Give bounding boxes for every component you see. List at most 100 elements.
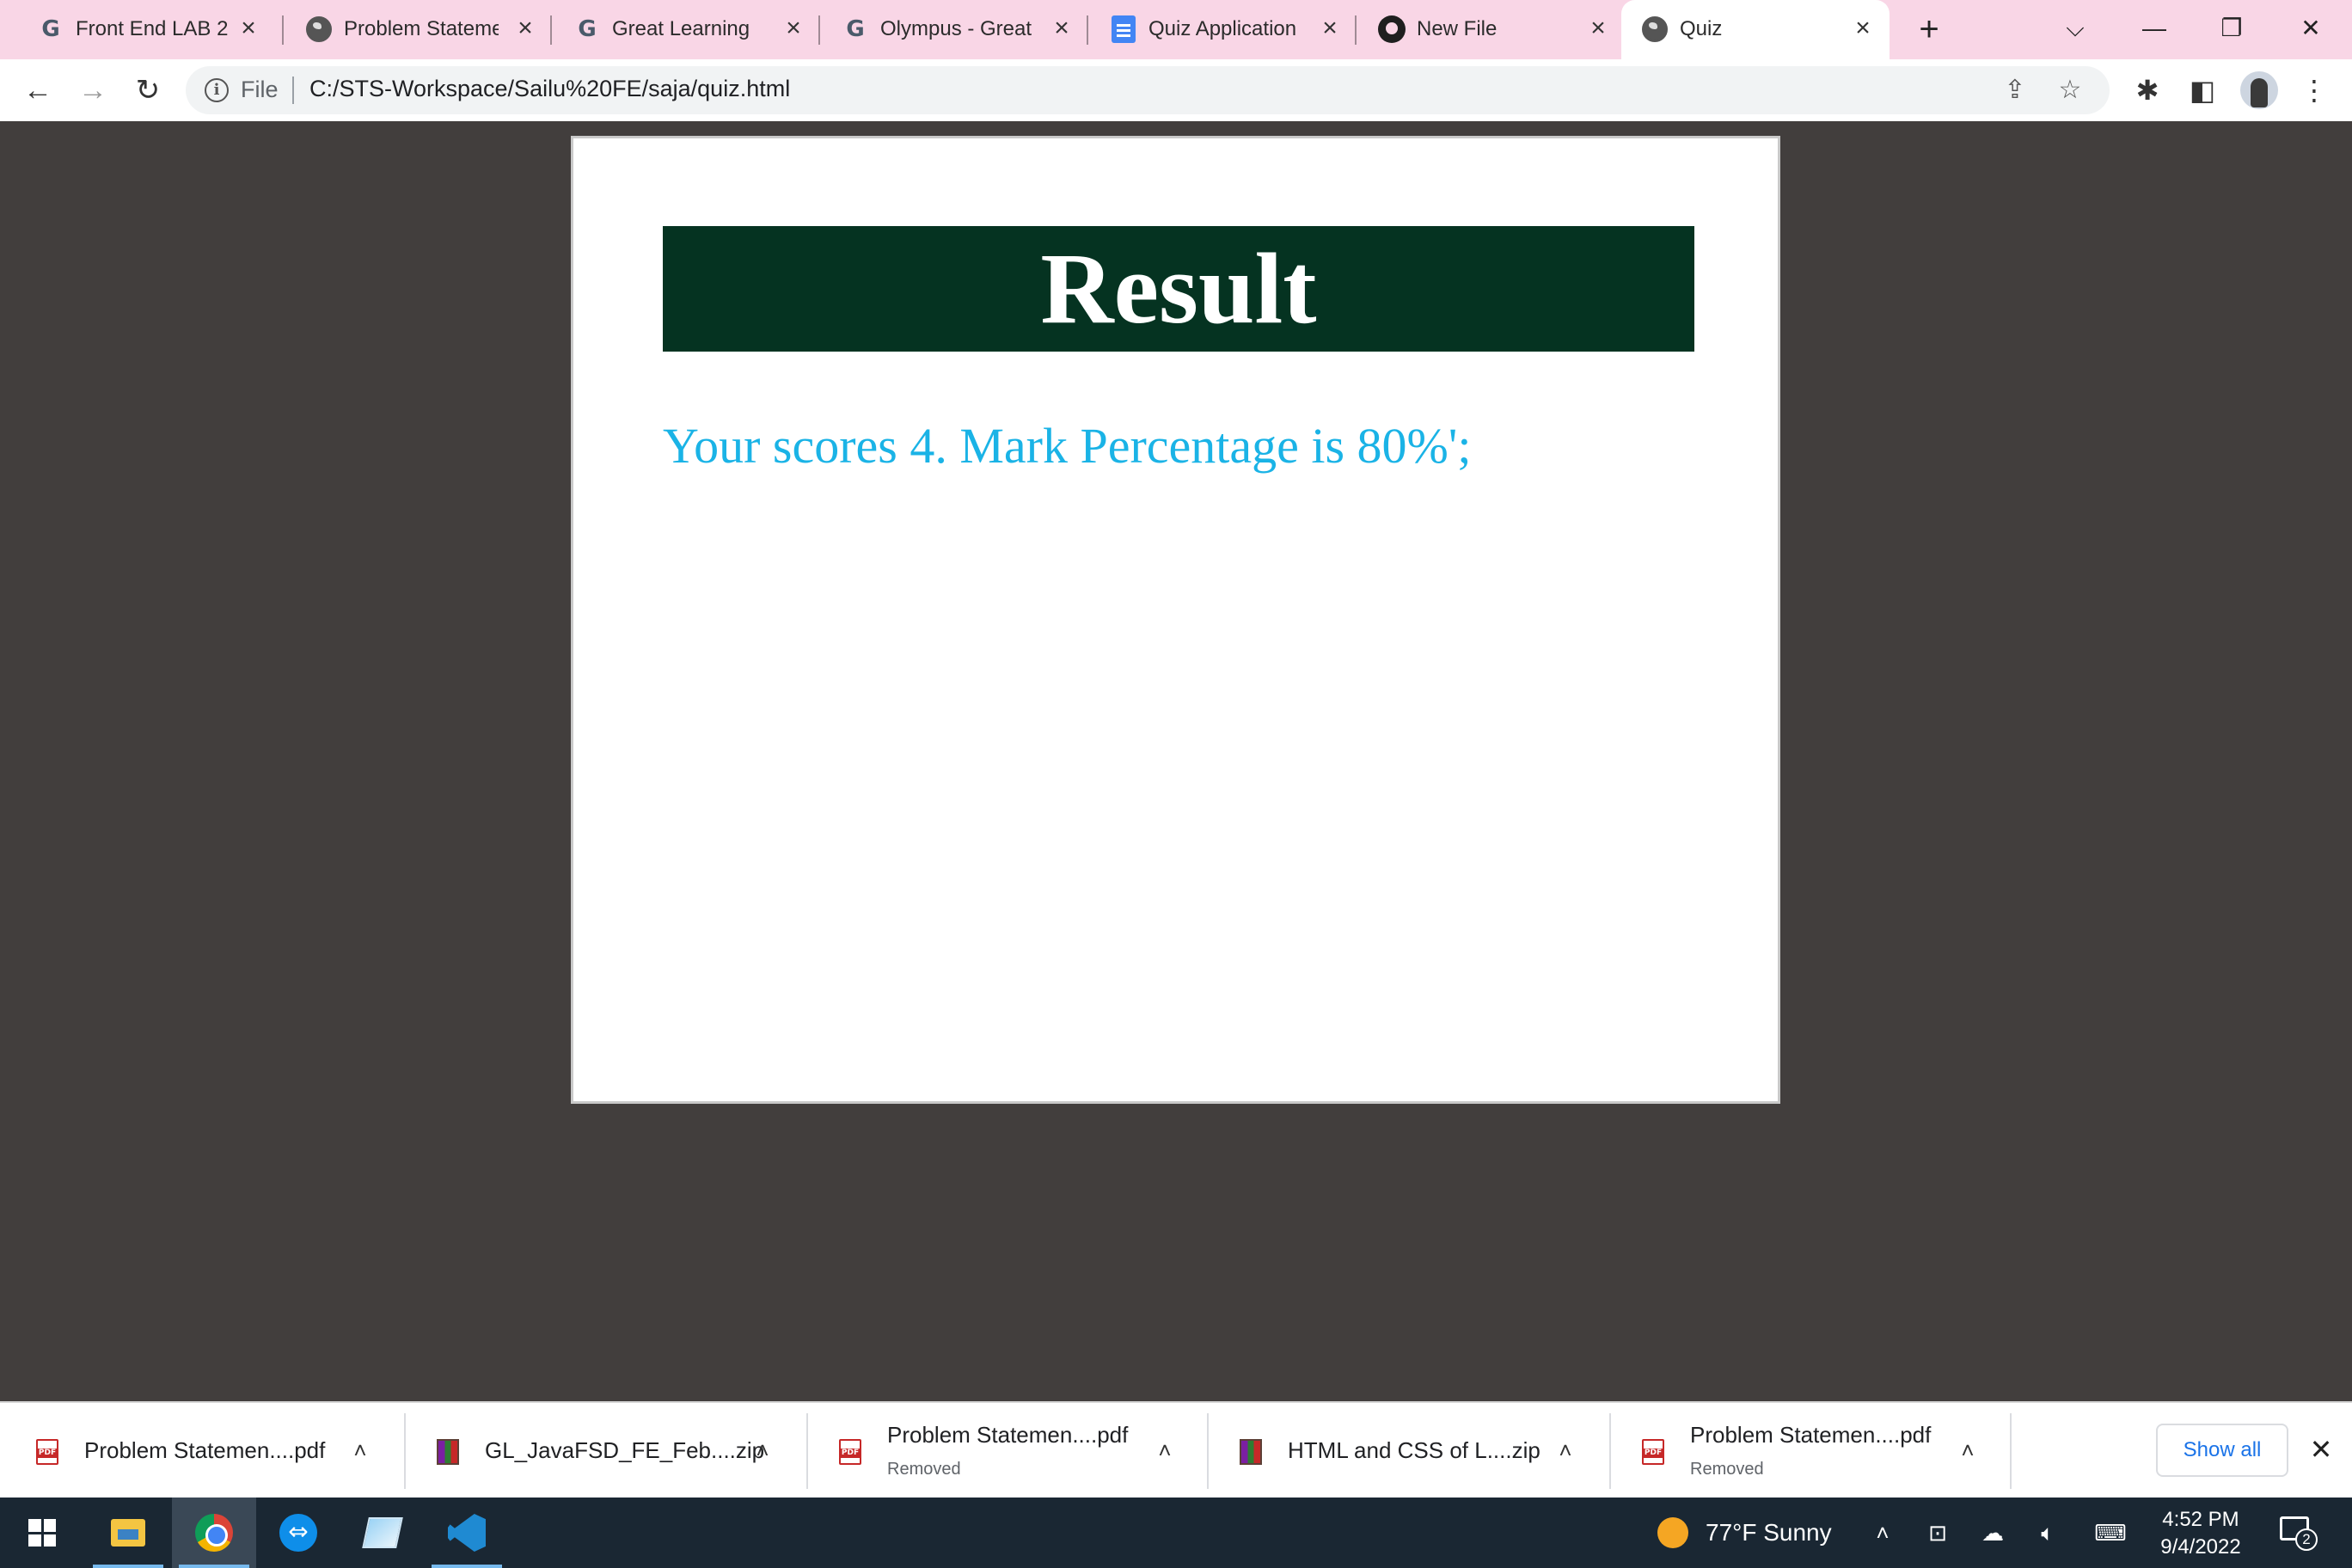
close-icon[interactable]: × <box>1315 14 1344 43</box>
keyboard-icon[interactable]: ⌨ <box>2089 1515 2132 1551</box>
download-item[interactable]: Problem Statemen....pdf Removed ˄ <box>1606 1403 2012 1499</box>
file-explorer-button[interactable] <box>86 1498 170 1568</box>
chevron-up-icon[interactable]: ˄ <box>1864 1515 1902 1551</box>
close-icon[interactable]: × <box>1848 14 1877 43</box>
tab-title: Quiz Application <box>1148 17 1297 40</box>
tab-title: Olympus - Great <box>880 17 1032 40</box>
chevron-up-icon[interactable]: ˄ <box>347 1436 373 1465</box>
chevron-up-icon[interactable]: ˄ <box>1553 1436 1578 1465</box>
google-g-icon: G <box>846 16 865 42</box>
weather-widget[interactable]: 77°F Sunny <box>1657 1515 1832 1551</box>
tab-problem-statement[interactable]: Problem Stateme × <box>285 0 552 59</box>
tab-divider <box>282 15 284 45</box>
share-icon[interactable]: ⇪ <box>2000 75 2030 106</box>
bookmark-star-icon[interactable]: ☆ <box>2055 75 2086 106</box>
extensions-icon[interactable]: ✱ <box>2130 73 2165 107</box>
close-icon[interactable]: × <box>1583 14 1613 43</box>
tab-title: Front End LAB 2 <box>76 17 229 40</box>
onedrive-icon[interactable]: ☁ <box>1974 1515 2012 1551</box>
tab-divider <box>1355 15 1357 45</box>
profile-avatar[interactable] <box>2240 71 2278 109</box>
notification-center-button[interactable]: 2 <box>2280 1516 2318 1551</box>
close-icon[interactable]: × <box>234 14 263 43</box>
address-bar[interactable]: i File C:/STS-Workspace/Sailu%20FE/saja/… <box>186 66 2110 114</box>
windows-taskbar: 77°F Sunny ˄ ⊡ ☁ 🔈︎ ⌨ 4:52 PM 9/4/2022 2 <box>0 1498 2352 1568</box>
download-filename: Problem Statemen....pdf <box>887 1422 1129 1448</box>
vscode-button[interactable] <box>425 1498 509 1568</box>
download-item[interactable]: Problem Statemen....pdf ˄ <box>0 1403 404 1499</box>
snipping-tool-icon <box>362 1517 403 1548</box>
menu-icon[interactable]: ⋮ <box>2297 73 2331 107</box>
github-icon <box>1377 15 1406 44</box>
restore-button[interactable]: ❐ <box>2206 7 2257 50</box>
new-tab-button[interactable]: + <box>1910 10 1948 48</box>
download-filename: GL_JavaFSD_FE_Feb....zip <box>485 1437 765 1463</box>
download-divider <box>2010 1413 2012 1489</box>
side-panel-icon[interactable]: ◧ <box>2185 73 2220 107</box>
folder-icon <box>111 1519 145 1547</box>
download-status: Removed <box>887 1460 961 1479</box>
score-message: Your scores 4. Mark Percentage is 80%'; <box>663 418 1472 474</box>
chevron-up-icon[interactable]: ˄ <box>1955 1436 1981 1465</box>
zip-archive-icon <box>437 1439 459 1465</box>
zip-archive-icon <box>1240 1439 1262 1465</box>
show-all-downloads-button[interactable]: Show all <box>2156 1424 2288 1477</box>
chevron-up-icon[interactable]: ˄ <box>1152 1436 1178 1465</box>
address-divider <box>292 77 294 104</box>
windows-logo-icon <box>28 1519 56 1547</box>
snipping-tool-button[interactable] <box>340 1498 425 1568</box>
tab-divider <box>818 15 820 45</box>
vscode-icon <box>448 1514 486 1552</box>
pdf-file-icon <box>839 1439 861 1465</box>
download-status: Removed <box>1690 1460 1764 1479</box>
tab-title: Problem Stateme <box>344 17 499 40</box>
globe-icon <box>1640 15 1669 44</box>
clock-date: 9/4/2022 <box>2160 1535 2241 1559</box>
scheme-label: File <box>241 77 279 102</box>
download-item[interactable]: Problem Statemen....pdf Removed ˄ <box>803 1403 1209 1499</box>
close-icon[interactable]: ✕ <box>2304 1432 2338 1467</box>
tab-great-learning[interactable]: G Great Learning × <box>554 0 820 59</box>
download-item[interactable]: HTML and CSS of L....zip ˄ <box>1204 1403 1609 1499</box>
tab-quiz[interactable]: Quiz × <box>1621 0 1890 59</box>
google-g-icon: G <box>578 16 597 42</box>
tab-search-button[interactable]: ⌵ <box>2049 7 2101 50</box>
download-filename: Problem Statemen....pdf <box>1690 1422 1932 1448</box>
pdf-file-icon <box>1642 1439 1664 1465</box>
back-button[interactable]: ← <box>19 71 57 109</box>
teamviewer-button[interactable] <box>256 1498 340 1568</box>
tab-front-end-lab[interactable]: G Front End LAB 2 × <box>17 0 275 59</box>
page-title: Result <box>1040 232 1317 345</box>
reload-button[interactable]: ↻ <box>129 71 167 109</box>
clock-time: 4:52 PM <box>2162 1508 2239 1531</box>
volume-icon[interactable]: 🔈︎ <box>2029 1515 2067 1551</box>
forward-button[interactable]: → <box>74 71 112 109</box>
close-window-button[interactable]: ✕ <box>2285 7 2337 50</box>
tab-divider <box>550 15 552 45</box>
weather-text: 77°F Sunny <box>1706 1519 1832 1546</box>
google-g-icon: G <box>41 16 60 42</box>
tab-new-file[interactable]: New File × <box>1358 0 1625 59</box>
close-icon[interactable]: × <box>779 14 808 43</box>
download-item[interactable]: GL_JavaFSD_FE_Feb....zip ˄ <box>401 1403 806 1499</box>
downloads-shelf: Problem Statemen....pdf ˄ GL_JavaFSD_FE_… <box>0 1401 2352 1498</box>
close-icon[interactable]: × <box>511 14 540 43</box>
tab-title: Quiz <box>1680 17 1723 40</box>
teamviewer-icon <box>279 1514 317 1552</box>
close-icon[interactable]: × <box>1047 14 1076 43</box>
chevron-up-icon[interactable]: ˄ <box>750 1436 775 1465</box>
url-text[interactable]: C:/STS-Workspace/Sailu%20FE/saja/quiz.ht… <box>309 76 790 102</box>
info-icon[interactable]: i <box>205 78 229 102</box>
meet-now-icon[interactable]: ⊡ <box>1919 1515 1957 1551</box>
browser-tab-strip: G Front End LAB 2 × Problem Stateme × G … <box>0 0 2352 59</box>
browser-toolbar: ← → ↻ i File C:/STS-Workspace/Sailu%20FE… <box>0 59 2352 121</box>
tab-title: New File <box>1417 17 1498 40</box>
quiz-card: Result Your scores 4. Mark Percentage is… <box>571 136 1780 1104</box>
system-clock[interactable]: 4:52 PM 9/4/2022 <box>2149 1506 2252 1561</box>
tab-quiz-application[interactable]: Quiz Application × <box>1090 0 1357 59</box>
tab-olympus[interactable]: G Olympus - Great × <box>822 0 1088 59</box>
tab-title: Great Learning <box>612 17 750 40</box>
minimize-button[interactable]: — <box>2128 7 2180 50</box>
start-button[interactable] <box>0 1498 84 1568</box>
chrome-button[interactable] <box>172 1498 256 1568</box>
